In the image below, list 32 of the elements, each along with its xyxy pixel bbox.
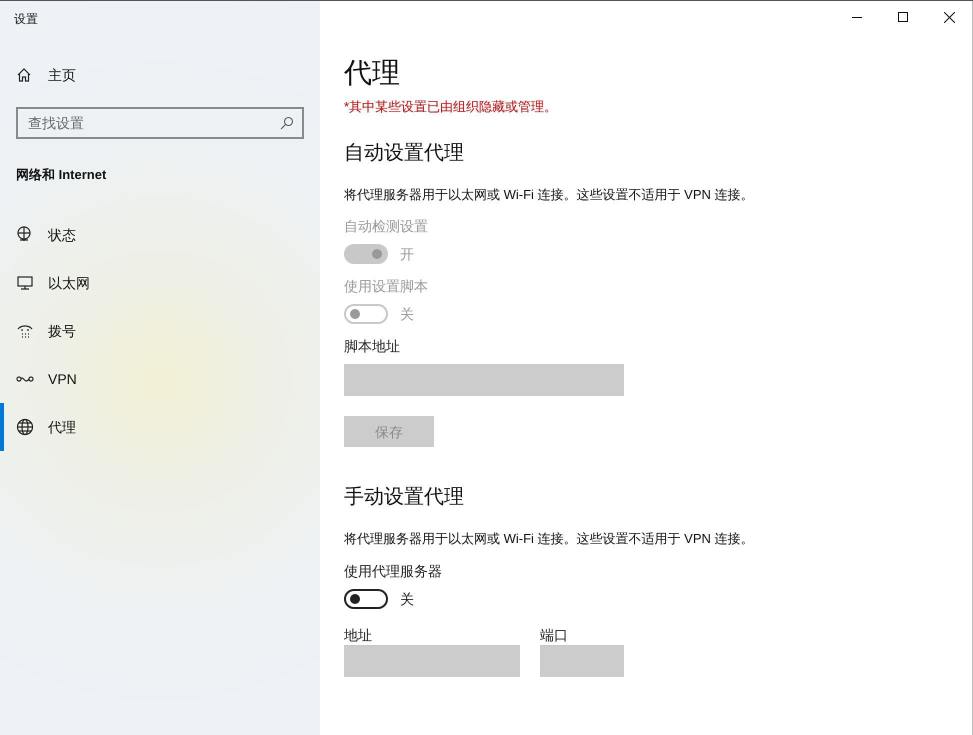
toggle-state-label: 关 (400, 305, 414, 324)
close-icon (944, 12, 954, 22)
minimize-icon (852, 16, 862, 18)
section-description: 将代理服务器用于以太网或 Wi-Fi 连接。这些设置不适用于 VPN 连接。 (344, 530, 754, 548)
category-heading: 网络和 Internet (15, 166, 108, 184)
setting-label: 自动检测设置 (344, 217, 429, 236)
policy-warning: *其中某些设置已由组织隐藏或管理。 (344, 98, 558, 116)
maximize-icon (898, 12, 908, 22)
toggle-state-label: 开 (400, 245, 414, 264)
setting-label: 脚本地址 (344, 337, 401, 356)
nav-item[interactable]: VPN (0, 354, 320, 402)
section-heading: 手动设置代理 (344, 485, 465, 510)
setting-label: 使用代理服务器 (344, 562, 443, 580)
section-description: 将代理服务器用于以太网或 Wi-Fi 连接。这些设置不适用于 VPN 连接。 (344, 186, 754, 204)
monitor-icon (16, 274, 34, 292)
toggle-switch[interactable] (344, 588, 388, 608)
nav-item[interactable]: 状态 (0, 210, 320, 258)
nav-item[interactable]: 以太网 (0, 258, 320, 306)
home-nav-item[interactable]: 主页 (0, 63, 320, 87)
page-title: 代理 (344, 56, 401, 90)
search-field[interactable]: 查找设置 (16, 107, 304, 139)
search-icon (280, 116, 294, 130)
toggle-state-label: 关 (400, 590, 414, 608)
vpn-icon (16, 376, 34, 382)
setting-label: 端口 (540, 626, 569, 644)
section-heading: 自动设置代理 (344, 140, 465, 166)
home-icon (16, 67, 32, 83)
globe-icon (16, 418, 34, 436)
nav-item[interactable]: 拨号 (0, 306, 320, 354)
setting-label: 使用设置脚本 (344, 277, 429, 296)
window-title: 设置 (13, 11, 39, 27)
setting-label: 地址 (344, 626, 373, 644)
